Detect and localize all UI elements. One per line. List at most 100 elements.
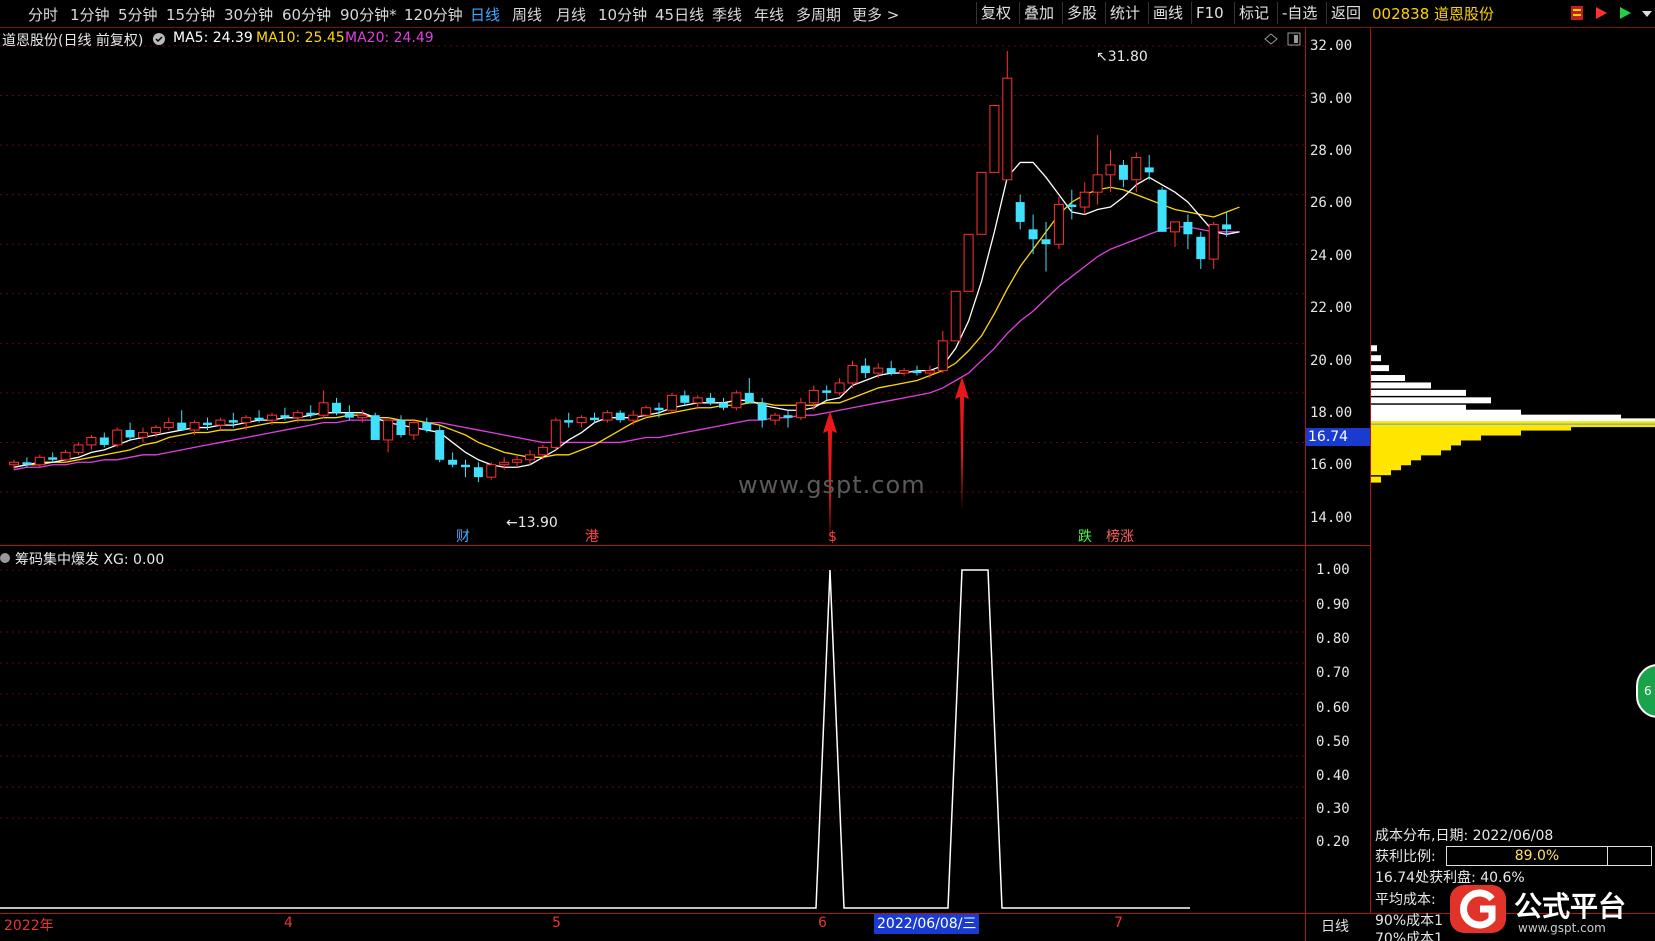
- back-button[interactable]: 返回: [1326, 2, 1365, 24]
- green-flag-icon[interactable]: [1618, 5, 1632, 21]
- candle-body: [886, 368, 896, 374]
- candle-body: [795, 402, 806, 419]
- statistics-button[interactable]: 统计: [1105, 2, 1144, 24]
- diamond-icon[interactable]: [1264, 33, 1278, 45]
- chip-bar: [1371, 365, 1389, 372]
- report-icon[interactable]: [1570, 5, 1584, 21]
- candle-body: [860, 365, 870, 374]
- period-tab-15min[interactable]: 15分钟: [166, 4, 215, 25]
- candle-body: [34, 456, 45, 466]
- indicator-pane[interactable]: 筹码集中爆发 XG: 0.00: [0, 546, 1305, 914]
- candle-body: [318, 402, 329, 416]
- candle-body: [125, 430, 135, 438]
- candle-body: [486, 464, 497, 478]
- event-tag-rank-rise[interactable]: 榜涨: [1104, 529, 1136, 545]
- price-chart-pane[interactable]: 道恩股份(日线 前复权) MA5: 24.39 MA10: 25.45 MA20…: [0, 27, 1305, 545]
- candle-body: [22, 462, 32, 465]
- brand-url: www.gspt.com: [1518, 921, 1606, 935]
- timeline-label-month: 7: [1114, 915, 1123, 931]
- price-tick: 24.00: [1310, 248, 1353, 264]
- period-tab-5min[interactable]: 5分钟: [118, 4, 158, 25]
- candle-body: [564, 420, 574, 423]
- candle-body: [306, 412, 316, 416]
- period-tab-fenshi[interactable]: 分时: [28, 4, 58, 25]
- event-tag-hk[interactable]: 港: [583, 529, 601, 545]
- chip-bar: [1371, 397, 1491, 404]
- candle-body: [241, 417, 252, 424]
- price-tick: 16.00: [1310, 457, 1353, 473]
- timeline-label-month: 5: [552, 915, 561, 931]
- period-tab-1min[interactable]: 1分钟: [70, 4, 110, 25]
- candle-body: [1208, 223, 1219, 260]
- period-tab-more[interactable]: 更多 >: [852, 4, 899, 25]
- indicator-tick: 0.90: [1316, 597, 1350, 613]
- multi-stock-button[interactable]: 多股: [1062, 2, 1101, 24]
- candle-body: [950, 290, 961, 342]
- candle-body: [86, 436, 97, 446]
- period-tab-monthly[interactable]: 月线: [556, 4, 586, 25]
- candle-body: [1079, 191, 1090, 208]
- period-tab-weekly[interactable]: 周线: [512, 4, 542, 25]
- candle-body: [9, 461, 19, 466]
- mark-button[interactable]: 标记: [1234, 2, 1273, 24]
- low-price-label: ←13.90: [506, 515, 558, 531]
- indicator-tick: 1.00: [1316, 562, 1350, 578]
- period-tab-120min[interactable]: 120分钟: [404, 4, 463, 25]
- candle-body: [1067, 204, 1077, 208]
- period-tab-90min[interactable]: 90分钟*: [340, 4, 397, 25]
- price-chart[interactable]: [0, 27, 1305, 545]
- panel-toggle-icon[interactable]: [1287, 32, 1301, 46]
- watchlist-button[interactable]: -自选: [1277, 2, 1321, 24]
- indicator-toggle-icon[interactable]: [0, 551, 12, 565]
- candle-body: [138, 432, 148, 438]
- period-indicator[interactable]: 日线: [1321, 916, 1349, 936]
- price-tick: 28.00: [1310, 143, 1353, 159]
- price-tick: 32.00: [1310, 38, 1353, 54]
- indicator-tick: 0.20: [1316, 834, 1350, 850]
- candle-body: [448, 459, 458, 465]
- period-tab-60min[interactable]: 60分钟: [282, 4, 331, 25]
- chip-bar: [1371, 382, 1431, 389]
- candle-body: [963, 233, 974, 292]
- candle-body: [680, 395, 690, 403]
- period-tab-yearly[interactable]: 年线: [754, 4, 784, 25]
- f10-button[interactable]: F10: [1191, 2, 1228, 24]
- period-tab-30min[interactable]: 30分钟: [224, 4, 273, 25]
- period-tab-multi[interactable]: 多周期: [796, 4, 841, 25]
- indicator-chart[interactable]: [0, 546, 1305, 914]
- red-flag-icon[interactable]: [1594, 5, 1608, 21]
- price-tick: 14.00: [1310, 510, 1353, 526]
- candle-body: [822, 390, 832, 393]
- candle-body: [808, 389, 819, 404]
- candle-body: [666, 394, 677, 411]
- current-price-marker: 16.74: [1306, 428, 1372, 446]
- period-tab-45day[interactable]: 45日线: [655, 4, 704, 25]
- settings-circle-icon[interactable]: [152, 32, 166, 46]
- price-tick: 30.00: [1310, 91, 1353, 107]
- candle-body: [757, 402, 767, 421]
- event-tag-finance[interactable]: 财: [454, 529, 472, 545]
- timeline-label-month: 4: [284, 915, 293, 931]
- ma20-line: [13, 226, 1240, 471]
- cost-panel-title: 成本分布,日期: 2022/06/08: [1375, 828, 1554, 844]
- event-tag-drop[interactable]: 跌: [1076, 529, 1094, 545]
- adjust-button[interactable]: 复权: [976, 2, 1015, 24]
- indicator-tick: 0.30: [1316, 801, 1350, 817]
- candle-body: [499, 461, 510, 466]
- candle-body: [177, 422, 187, 431]
- indicator-legend: 筹码集中爆发 XG: 0.00: [15, 552, 165, 568]
- pane-horizontal-divider: [0, 545, 1370, 546]
- candle-body: [512, 459, 523, 463]
- period-tab-daily[interactable]: 日线: [470, 4, 500, 25]
- candle-body: [344, 412, 354, 418]
- candle-body: [744, 392, 754, 403]
- high-price-label: ↖31.80: [1096, 49, 1148, 65]
- event-tag-dollar[interactable]: $: [826, 529, 839, 545]
- price-tick: 18.00: [1310, 405, 1353, 421]
- candle-body: [461, 464, 470, 468]
- period-tab-10min[interactable]: 10分钟: [598, 4, 647, 25]
- draw-line-button[interactable]: 画线: [1148, 2, 1187, 24]
- period-tab-quarterly[interactable]: 季线: [712, 4, 742, 25]
- overlay-button[interactable]: 叠加: [1019, 2, 1058, 24]
- dropdown-icon[interactable]: [1640, 5, 1654, 21]
